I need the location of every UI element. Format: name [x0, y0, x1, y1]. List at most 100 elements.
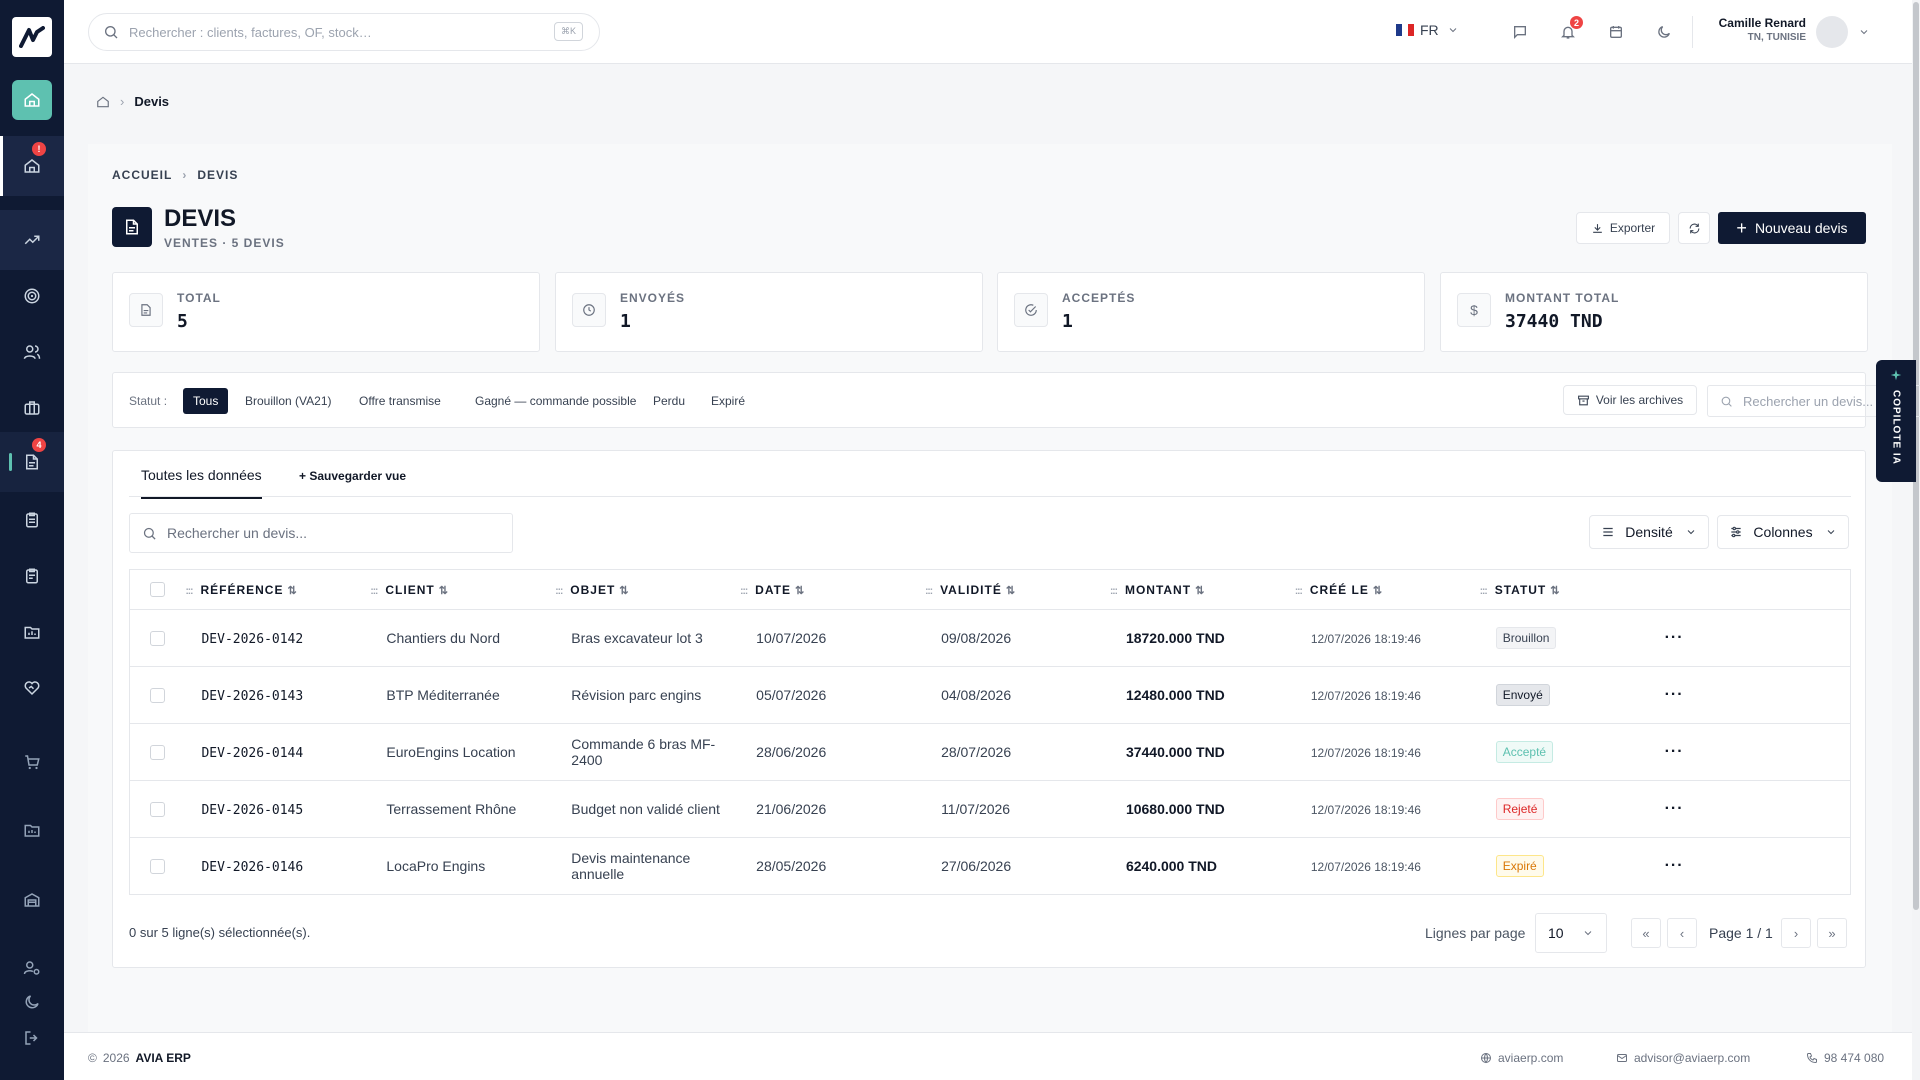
- notifications-button[interactable]: 2: [1560, 16, 1583, 40]
- export-button[interactable]: Exporter: [1576, 212, 1670, 244]
- sidebar-item-sales[interactable]: [12, 220, 52, 260]
- chevron-down-icon: [1449, 28, 1457, 33]
- stat-card-total: TOTAL 5: [112, 272, 540, 352]
- sidebar-item-targets[interactable]: [12, 276, 52, 316]
- document-icon: [112, 207, 152, 247]
- column-header-cree-le[interactable]: ::: CRÉÉ LE ⇅: [1294, 569, 1480, 610]
- chevron-down-icon[interactable]: [1858, 26, 1870, 38]
- row-checkbox[interactable]: [150, 745, 165, 761]
- column-header-validite[interactable]: ::: VALIDITÉ ⇅: [925, 569, 1110, 610]
- table-row[interactable]: DEV-2026-0142 Chantiers du Nord Bras excav…: [129, 609, 1851, 667]
- filter-chip-brouillon[interactable]: Brouillon (VA21): [235, 388, 341, 414]
- copilot-button[interactable]: COPILOTE IA: [1876, 360, 1916, 482]
- calendar-button[interactable]: [1608, 24, 1624, 40]
- next-page-button[interactable]: ›: [1781, 918, 1811, 948]
- row-actions-icon[interactable]: ···: [1665, 686, 1684, 703]
- sidebar-item-deliveries[interactable]: [12, 556, 52, 596]
- sidebar-item-logout[interactable]: [12, 1018, 52, 1058]
- language-selector[interactable]: FR: [1396, 22, 1459, 38]
- global-search[interactable]: Rechercher : clients, factures, OF, stoc…: [88, 13, 600, 51]
- home-icon: [24, 159, 40, 173]
- select-all-checkbox[interactable]: [150, 582, 165, 598]
- sidebar-item-purchases[interactable]: [12, 742, 52, 782]
- row-checkbox[interactable]: [150, 802, 165, 818]
- sidebar-item-reports[interactable]: [12, 612, 52, 652]
- stat-value: 1: [620, 311, 631, 332]
- sidebar-item-projects[interactable]: [12, 388, 52, 428]
- logout-icon: [25, 1031, 38, 1045]
- column-header-client[interactable]: ::: CLIENT ⇅: [370, 569, 556, 610]
- row-actions-icon[interactable]: ···: [1665, 743, 1684, 760]
- column-header-statut[interactable]: ::: STATUT ⇅: [1479, 569, 1665, 610]
- prev-page-button[interactable]: ‹: [1667, 918, 1697, 948]
- last-page-button[interactable]: »: [1817, 918, 1847, 948]
- sidebar-item-theme[interactable]: [12, 982, 52, 1022]
- sidebar-item-warehouse[interactable]: [12, 880, 52, 920]
- stat-label: ACCEPTÉS: [1062, 291, 1136, 305]
- home-icon[interactable]: [96, 95, 110, 109]
- briefcase-icon: [24, 401, 40, 415]
- sidebar-item-home[interactable]: [12, 80, 52, 120]
- filter-chip-offre[interactable]: Offre transmise: [349, 388, 451, 414]
- status-label: Statut :: [129, 394, 168, 408]
- column-header-reference[interactable]: ::: RÉFÉRENCE ⇅: [185, 569, 371, 610]
- search-icon: [143, 527, 156, 540]
- sidebar-item-clients[interactable]: [12, 332, 52, 372]
- columns-button[interactable]: Colonnes: [1717, 515, 1849, 549]
- cell-reference: DEV-2026-0144: [201, 745, 304, 761]
- column-header-montant[interactable]: ::: MONTANT ⇅: [1109, 569, 1295, 610]
- archives-button[interactable]: Voir les archives: [1563, 385, 1697, 415]
- sidebar-item-devis[interactable]: 4: [12, 438, 52, 482]
- filter-chip-gagne[interactable]: Gagné — commande possible: [465, 388, 646, 414]
- sidebar-item-crm[interactable]: [12, 668, 52, 708]
- row-actions-icon[interactable]: ···: [1665, 857, 1684, 874]
- refresh-button[interactable]: [1678, 212, 1710, 244]
- row-checkbox[interactable]: [150, 688, 165, 704]
- table-row[interactable]: DEV-2026-0146 LocaPro Engins Devis mainten…: [130, 838, 1851, 895]
- user-cog-icon: [23, 961, 40, 975]
- first-page-button[interactable]: «: [1631, 918, 1661, 948]
- footer-phone[interactable]: 98 474 080: [1806, 1051, 1884, 1065]
- page-subtitle: VENTES · 5 DEVIS: [164, 236, 285, 250]
- table-row[interactable]: DEV-2026-0145 Terrassement Rhône Budget no…: [129, 780, 1851, 838]
- sidebar-item-stock[interactable]: [12, 810, 52, 850]
- tab-all-data[interactable]: Toutes les données: [141, 467, 262, 499]
- app-logo[interactable]: [12, 17, 52, 57]
- cell-validite: 28/07/2026: [941, 744, 1012, 760]
- row-checkbox[interactable]: [150, 631, 165, 647]
- filter-chip-tous[interactable]: Tous: [183, 388, 229, 414]
- copilot-label: COPILOTE IA: [1890, 390, 1902, 465]
- density-button[interactable]: Densité: [1589, 515, 1709, 549]
- row-actions-icon[interactable]: ···: [1665, 629, 1684, 646]
- document-icon: [26, 454, 38, 470]
- table-search-input[interactable]: Rechercher un devis...: [129, 513, 513, 553]
- chevron-down-icon: [1584, 931, 1592, 936]
- footer-website[interactable]: aviaerp.com: [1480, 1051, 1563, 1065]
- column-header-objet[interactable]: ::: OBJET ⇅: [555, 569, 741, 610]
- user-name: Camille Renard: [1718, 16, 1806, 30]
- avatar[interactable]: [1816, 16, 1848, 48]
- filter-chip-expire[interactable]: Expiré: [701, 388, 755, 414]
- table-row[interactable]: DEV-2026-0144 EuroEngins Location Commande…: [129, 723, 1851, 781]
- filter-chip-perdu[interactable]: Perdu: [643, 388, 695, 414]
- new-devis-button[interactable]: + Nouveau devis: [1718, 212, 1866, 244]
- stat-card-envoyes: ENVOYÉS 1: [555, 272, 983, 352]
- footer-year: 2026: [102, 1051, 130, 1065]
- column-header-date[interactable]: ::: DATE ⇅: [740, 569, 926, 610]
- cell-date: 28/06/2026: [756, 744, 827, 760]
- footer-email[interactable]: advisor@aviaerp.com: [1616, 1051, 1750, 1065]
- cell-client: Chantiers du Nord: [386, 630, 500, 646]
- save-view-button[interactable]: + Sauvegarder vue: [299, 469, 406, 483]
- messages-button[interactable]: [1512, 24, 1528, 40]
- row-actions-icon[interactable]: ···: [1665, 800, 1684, 817]
- row-checkbox[interactable]: [150, 859, 165, 875]
- user-menu[interactable]: Camille Renard TN, TUNISIE: [1719, 16, 1806, 43]
- breadcrumb-home[interactable]: ACCUEIL: [112, 168, 172, 182]
- sidebar-item-home-alt[interactable]: !: [12, 142, 52, 186]
- rows-per-page-select[interactable]: 10: [1535, 913, 1607, 953]
- cell-objet: Bras excavateur lot 3: [571, 630, 703, 646]
- sidebar-item-orders[interactable]: [12, 500, 52, 540]
- table-row[interactable]: DEV-2026-0143 BTP Méditerranée Révision pa…: [129, 666, 1851, 724]
- page-scrollbar[interactable]: [1912, 0, 1920, 1080]
- theme-toggle[interactable]: [1656, 24, 1672, 40]
